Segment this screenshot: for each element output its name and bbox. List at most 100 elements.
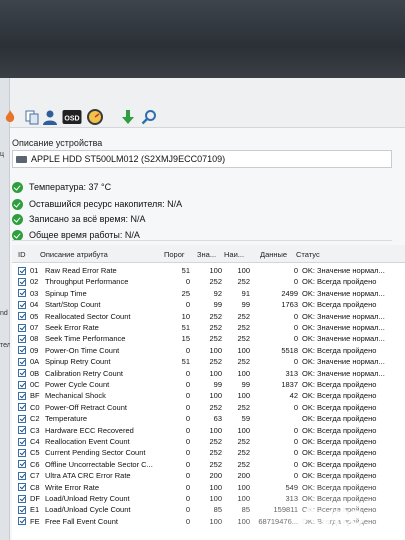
status-temperature: Температура: 37 °C xyxy=(12,180,111,194)
table-row[interactable]: 08 Seek Time Performance 15 252 252 0 OK: Знач… xyxy=(12,333,405,344)
user-icon[interactable] xyxy=(42,109,58,125)
row-checkbox[interactable] xyxy=(18,494,26,503)
cell-status: OK: Значение нормал... xyxy=(302,357,385,367)
download-arrow-icon[interactable] xyxy=(120,109,136,125)
check-ok-icon xyxy=(12,198,23,210)
table-row[interactable]: C7 Ultra ATA CRC Error Rate 0 200 200 0 OK: Вс… xyxy=(12,470,405,481)
cell-value: 100 xyxy=(209,266,222,275)
search-icon[interactable] xyxy=(141,109,157,125)
table-row[interactable]: 05 Reallocated Sector Count 10 252 252 0 OK: З… xyxy=(12,311,405,322)
cell-threshold: 0 xyxy=(185,368,190,378)
row-checkbox[interactable] xyxy=(18,437,26,446)
cell-value: 100 xyxy=(209,482,222,492)
cell-worst: 252 xyxy=(237,334,250,344)
row-checkbox[interactable] xyxy=(18,426,26,435)
cell-threshold: 15 xyxy=(181,334,190,344)
osd-icon[interactable]: OSD xyxy=(62,109,82,125)
column-header-value[interactable]: Зна... xyxy=(197,250,216,259)
cell-status: OK: Значение нормал... xyxy=(302,334,385,344)
cell-data: 0 xyxy=(293,277,298,287)
row-checkbox[interactable] xyxy=(18,266,26,275)
cell-threshold: 0 xyxy=(185,494,190,503)
table-row[interactable]: C0 Power-Off Retract Count 0 252 252 0 OK: Все… xyxy=(12,402,405,413)
row-checkbox[interactable] xyxy=(18,505,26,514)
column-header-attribute[interactable]: Описание атрибута xyxy=(40,250,108,259)
copy-icon[interactable] xyxy=(24,109,40,125)
cell-status: OK: Всегда пройдено xyxy=(302,277,377,287)
row-checkbox[interactable] xyxy=(18,380,26,389)
table-row[interactable]: 0A Spinup Retry Count 51 252 252 0 OK: Значени… xyxy=(12,356,405,367)
cell-worst: 252 xyxy=(237,448,250,458)
row-checkbox[interactable] xyxy=(18,483,26,492)
cell-threshold: 0 xyxy=(185,414,190,424)
gauge-icon[interactable] xyxy=(86,109,104,125)
table-row[interactable]: 09 Power-On Time Count 0 100 100 5518 OK: Всег… xyxy=(12,345,405,356)
cell-id: 09 xyxy=(30,345,39,355)
cell-value: 252 xyxy=(209,437,222,446)
check-ok-icon xyxy=(12,229,23,241)
cell-data: 0 xyxy=(293,311,298,321)
column-header-id[interactable]: ID xyxy=(18,250,26,259)
row-checkbox[interactable] xyxy=(18,414,26,423)
cell-id: E1 xyxy=(30,505,40,515)
cell-data: 0 xyxy=(293,334,298,344)
row-checkbox[interactable] xyxy=(18,277,26,286)
table-row[interactable]: C4 Reallocation Event Count 0 252 252 0 OK: Вс… xyxy=(12,436,405,447)
cell-id: DF xyxy=(30,494,40,503)
cell-attribute: Load/Unload Retry Count xyxy=(45,494,130,503)
row-checkbox[interactable] xyxy=(18,312,26,321)
row-checkbox[interactable] xyxy=(18,357,26,366)
cell-threshold: 0 xyxy=(185,448,190,458)
device-name: APPLE HDD ST500LM012 (S2XMJ9ECC07109) xyxy=(31,154,226,164)
cell-status: OK: Всегда пройдено xyxy=(302,380,377,389)
table-row[interactable]: 07 Seek Error Rate 51 252 252 0 OK: Значение н… xyxy=(12,322,405,333)
cell-data: 68719476... xyxy=(258,516,298,526)
table-row[interactable]: C5 Current Pending Sector Count 0 252 252 0 OK… xyxy=(12,447,405,458)
row-checkbox[interactable] xyxy=(18,346,26,355)
row-checkbox[interactable] xyxy=(18,391,26,400)
cell-attribute: Reallocated Sector Count xyxy=(45,311,131,321)
table-row[interactable]: C8 Write Error Rate 0 100 100 549 OK: Всегда п… xyxy=(12,482,405,493)
row-checkbox[interactable] xyxy=(18,323,26,332)
watermark-logo: Avito xyxy=(300,500,365,532)
row-checkbox[interactable] xyxy=(18,448,26,457)
cell-data: 0 xyxy=(293,357,298,367)
table-row[interactable]: C3 Hardware ECC Recovered 0 100 100 0 OK: Всег… xyxy=(12,425,405,436)
table-row[interactable]: C6 Offline Uncorrectable Sector C... 0 252 2… xyxy=(12,459,405,470)
cell-threshold: 0 xyxy=(185,437,190,446)
row-checkbox[interactable] xyxy=(18,517,26,526)
cell-worst: 252 xyxy=(237,459,250,469)
column-header-worst[interactable]: Наи... xyxy=(224,250,244,259)
table-row[interactable]: 01 Raw Read Error Rate 51 100 100 0 OK: Значен… xyxy=(12,265,405,276)
row-checkbox[interactable] xyxy=(18,300,26,309)
row-checkbox[interactable] xyxy=(18,369,26,378)
table-row[interactable]: 0C Power Cycle Count 0 99 99 1837 OK: Всегда п… xyxy=(12,379,405,390)
table-row[interactable]: 03 Spinup Time 25 92 91 2499 OK: Значение норм… xyxy=(12,288,405,299)
cell-value: 85 xyxy=(213,505,222,515)
table-row[interactable]: 0B Calibration Retry Count 0 100 100 313 OK: З… xyxy=(12,368,405,379)
table-row[interactable]: BF Mechanical Shock 0 100 100 42 OK: Всегда пр… xyxy=(12,390,405,401)
table-row[interactable]: 04 Start/Stop Count 0 99 99 1763 OK: Всегда пр… xyxy=(12,299,405,310)
cell-worst: 100 xyxy=(237,391,250,401)
row-checkbox[interactable] xyxy=(18,403,26,412)
cell-threshold: 51 xyxy=(181,266,190,275)
row-checkbox[interactable] xyxy=(18,460,26,469)
row-checkbox[interactable] xyxy=(18,471,26,480)
cell-worst: 252 xyxy=(237,402,250,412)
status-label: Общее время работы: N/A xyxy=(29,230,140,240)
cell-id: 08 xyxy=(30,334,39,344)
cell-status: OK: Значение нормал... xyxy=(302,368,385,378)
cell-status: OK: Значение нормал... xyxy=(302,311,385,321)
cell-value: 252 xyxy=(209,334,222,344)
row-checkbox[interactable] xyxy=(18,334,26,343)
table-row[interactable]: C2 Temperature 0 63 59 OK: Всегда пройдено xyxy=(12,413,405,424)
column-header-threshold[interactable]: Порог xyxy=(164,250,185,259)
flame-icon[interactable] xyxy=(2,109,18,125)
cell-worst: 85 xyxy=(241,505,250,515)
device-selector[interactable]: APPLE HDD ST500LM012 (S2XMJ9ECC07109) xyxy=(12,150,392,168)
column-header-status[interactable]: Статус xyxy=(296,250,320,259)
column-header-data[interactable]: Данные xyxy=(260,250,287,259)
cell-threshold: 0 xyxy=(185,402,190,412)
row-checkbox[interactable] xyxy=(18,289,26,298)
table-row[interactable]: 02 Throughput Performance 0 252 252 0 OK: Всег… xyxy=(12,276,405,287)
